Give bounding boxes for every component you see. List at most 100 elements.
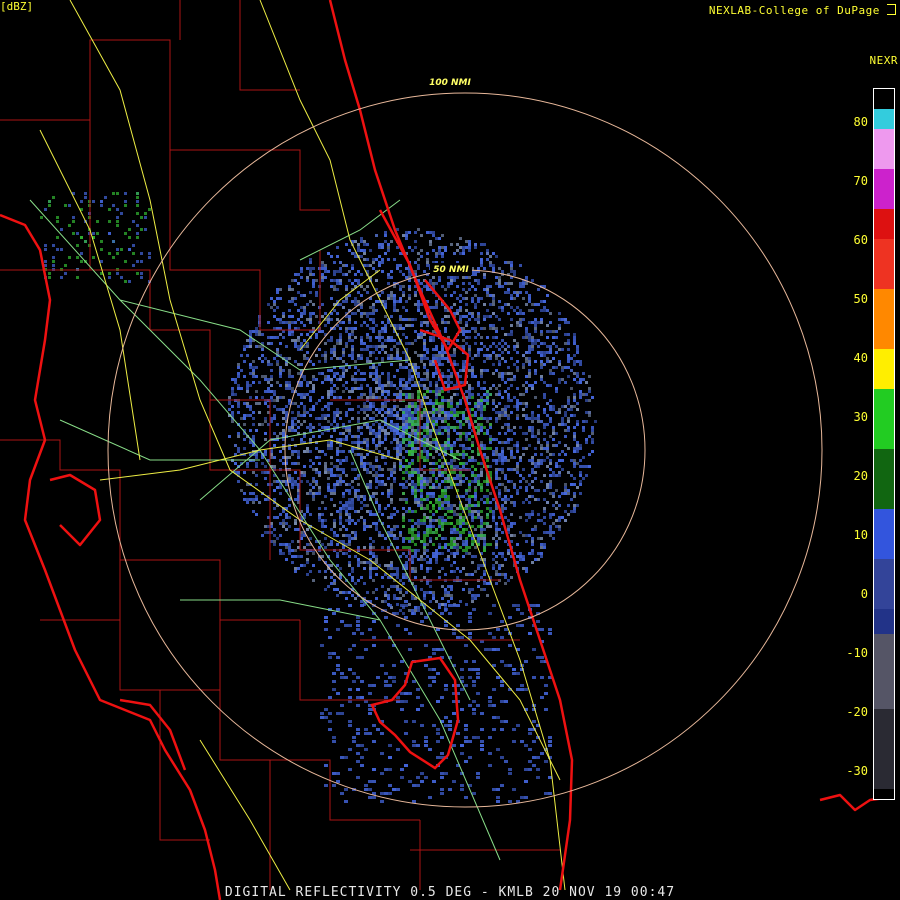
- echo-pixel: [471, 594, 474, 597]
- echo-pixel: [525, 498, 528, 501]
- echo-pixel: [576, 447, 579, 450]
- echo-pixel: [252, 375, 255, 378]
- echo-pixel: [432, 306, 435, 309]
- echo-pixel: [576, 408, 579, 411]
- echo-pixel: [501, 345, 504, 348]
- echo-pixel: [363, 495, 366, 498]
- echo-pixel: [492, 324, 495, 327]
- radar-map[interactable]: 100 NMI 50 NMI: [0, 0, 900, 900]
- echo-pixel: [399, 468, 402, 471]
- echo-pixel: [483, 528, 486, 531]
- echo-pixel: [426, 450, 429, 453]
- echo-pixel: [450, 399, 453, 402]
- echo-pixel: [432, 492, 435, 495]
- echo-pixel: [567, 342, 570, 345]
- echo-pixel: [330, 462, 333, 465]
- echo-pixel: [534, 330, 537, 333]
- echo-pixel: [321, 396, 324, 399]
- echo-pixel: [324, 312, 327, 315]
- echo-pixel: [327, 489, 330, 492]
- echo-pixel: [408, 477, 411, 480]
- echo-pixel: [540, 519, 543, 522]
- echo-pixel: [456, 438, 459, 441]
- echo-pixel: [543, 516, 546, 519]
- echo-pixel: [498, 411, 501, 414]
- echo-pixel: [402, 318, 405, 321]
- echo-pixel: [276, 318, 279, 321]
- echo-pixel: [411, 555, 414, 558]
- echo-pixel: [366, 408, 369, 411]
- echo-pixel: [459, 252, 462, 255]
- echo-pixel: [336, 408, 339, 411]
- echo-pixel: [513, 426, 516, 429]
- echo-pixel: [357, 411, 360, 414]
- echo-pixel: [489, 492, 492, 495]
- echo-pixel: [291, 453, 294, 456]
- echo-pixel: [558, 519, 561, 522]
- echo-pixel: [534, 435, 537, 438]
- echo-pixel: [369, 249, 372, 252]
- echo-pixel: [453, 351, 456, 354]
- echo-pixel: [288, 369, 291, 372]
- echo-pixel: [339, 450, 342, 453]
- echo-pixel: [333, 534, 336, 537]
- echo-pixel: [510, 429, 513, 432]
- echo-pixel: [351, 435, 354, 438]
- echo-pixel: [540, 480, 543, 483]
- echo-pixel: [384, 330, 387, 333]
- echo-pixel: [438, 246, 441, 249]
- echo-pixel: [333, 582, 336, 585]
- echo-pixel: [327, 483, 330, 486]
- echo-pixel: [483, 570, 486, 573]
- echo-pixel: [351, 498, 354, 501]
- echo-pixel: [252, 510, 255, 513]
- echo-pixel: [387, 489, 390, 492]
- echo-pixel: [282, 480, 285, 483]
- echo-pixel: [501, 339, 504, 342]
- echo-pixel: [510, 333, 513, 336]
- echo-pixel: [423, 354, 426, 357]
- echo-pixel: [285, 528, 288, 531]
- echo-pixel: [549, 417, 552, 420]
- echo-pixel: [441, 501, 444, 504]
- echo-pixel: [447, 507, 450, 510]
- echo-pixel: [327, 270, 330, 273]
- echo-pixel: [402, 306, 405, 309]
- echo-pixel: [387, 492, 390, 495]
- echo-pixel: [567, 339, 570, 342]
- echo-pixel: [435, 450, 438, 453]
- echo-pixel: [573, 396, 576, 399]
- echo-pixel: [438, 405, 441, 408]
- echo-pixel: [336, 279, 339, 282]
- echo-pixel: [417, 531, 420, 534]
- echo-pixel: [567, 366, 570, 369]
- echo-pixel: [510, 468, 513, 471]
- echo-pixel: [309, 423, 312, 426]
- echo-pixel: [516, 351, 519, 354]
- echo-pixel: [531, 552, 534, 555]
- echo-pixel: [546, 330, 549, 333]
- echo-pixel: [519, 474, 522, 477]
- echo-pixel: [372, 465, 375, 468]
- echo-pixel: [534, 342, 537, 345]
- echo-pixel: [540, 537, 543, 540]
- echo-pixel: [432, 555, 435, 558]
- echo-pixel: [294, 567, 297, 570]
- echo-pixel: [510, 534, 513, 537]
- echo-pixel: [354, 495, 357, 498]
- echo-pixel: [414, 291, 417, 294]
- echo-pixel: [519, 558, 522, 561]
- echo-pixel: [345, 435, 348, 438]
- echo-pixel: [447, 441, 450, 444]
- echo-pixel: [447, 558, 450, 561]
- echo-pixel: [255, 513, 258, 516]
- echo-pixel: [291, 315, 294, 318]
- echo-pixel: [402, 408, 405, 411]
- echo-pixel: [522, 354, 525, 357]
- echo-pixel: [288, 546, 291, 549]
- echo-pixel: [315, 294, 318, 297]
- echo-pixel: [273, 489, 276, 492]
- echo-pixel: [318, 486, 321, 489]
- echo-pixel: [501, 411, 504, 414]
- echo-pixel: [405, 420, 408, 423]
